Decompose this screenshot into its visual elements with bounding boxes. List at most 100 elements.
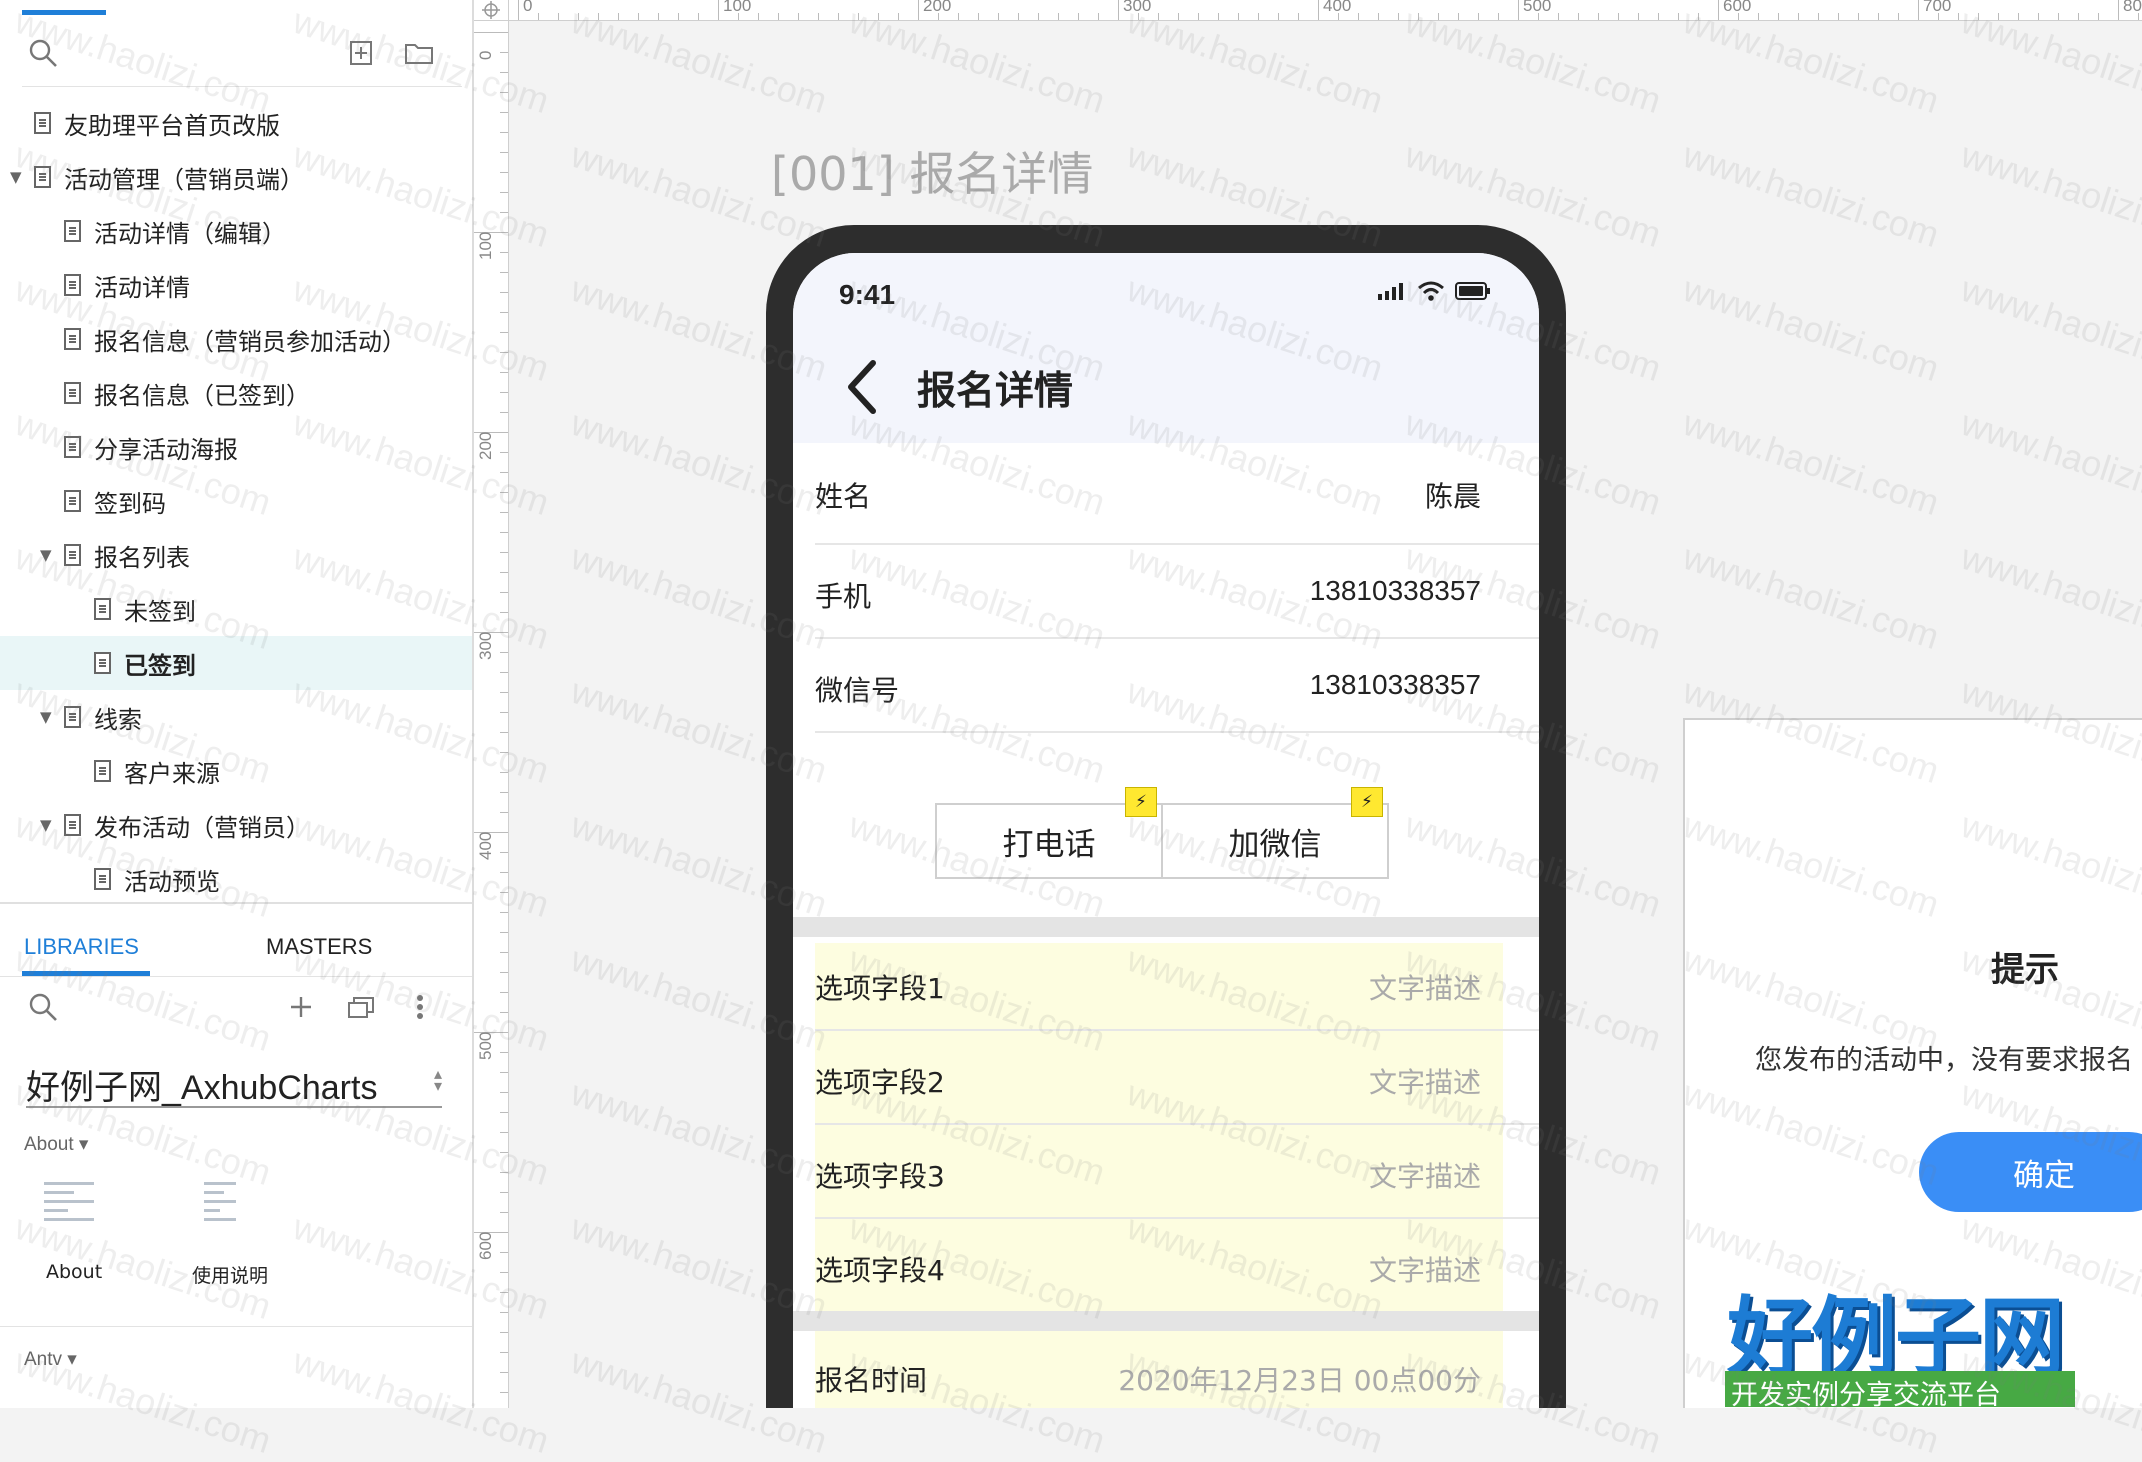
sitemap-item[interactable]: 报名信息（营销员参加活动） bbox=[0, 312, 472, 366]
ruler-tick bbox=[500, 1112, 508, 1113]
add-page-icon[interactable] bbox=[344, 36, 378, 70]
page-icon bbox=[64, 544, 81, 566]
ruler-label: 600 bbox=[476, 1231, 495, 1260]
call-button[interactable]: 打电话 ⚡ bbox=[935, 787, 1163, 879]
sitemap-item[interactable]: 已签到 bbox=[0, 636, 472, 690]
ruler-tick bbox=[878, 13, 879, 20]
add-folder-icon[interactable] bbox=[402, 36, 436, 70]
design-canvas[interactable]: [001] 报名详情 9:41 报名详情 姓名 陈晨 手机 1381033835… bbox=[509, 21, 2142, 1408]
ruler-tick bbox=[500, 1172, 508, 1173]
ruler-tick bbox=[500, 352, 508, 353]
ruler-tick bbox=[1398, 13, 1399, 20]
ruler-tick bbox=[500, 52, 508, 53]
sitemap-item[interactable]: 客户来源 bbox=[0, 744, 472, 798]
tab-masters[interactable]: MASTERS bbox=[266, 934, 372, 960]
horizontal-ruler: 0 100 200 300 400 500 600 700 80 bbox=[474, 0, 2142, 21]
ruler-tick bbox=[798, 13, 799, 20]
search-icon[interactable] bbox=[26, 990, 60, 1024]
ruler-tick bbox=[500, 792, 508, 793]
ruler-tick bbox=[778, 13, 779, 20]
vertical-ruler: 0 100 200 300 400 500 600 bbox=[474, 20, 509, 1408]
ruler-tick bbox=[474, 32, 508, 33]
ruler-tick bbox=[500, 592, 508, 593]
ruler-tick bbox=[1838, 13, 1839, 20]
ruler-tick bbox=[500, 412, 508, 413]
ruler-label: 400 bbox=[476, 831, 495, 860]
page-icon bbox=[64, 490, 81, 512]
ruler-tick bbox=[500, 192, 508, 193]
more-options-icon[interactable] bbox=[403, 990, 437, 1024]
option-row: 选项字段1 文字描述 bbox=[815, 937, 1539, 1031]
group-about-header[interactable]: About ▾ bbox=[24, 1133, 88, 1156]
ruler-corner bbox=[474, 0, 509, 21]
sitemap-item[interactable]: 活动预览 bbox=[0, 852, 472, 906]
sitemap-item[interactable]: 未签到 bbox=[0, 582, 472, 636]
ruler-tick bbox=[1078, 13, 1079, 20]
group-antv-header[interactable]: Antv ▾ bbox=[24, 1348, 77, 1371]
ruler-label: 600 bbox=[1723, 0, 1752, 15]
sitemap-item[interactable]: 签到码 bbox=[0, 474, 472, 528]
ruler-tick bbox=[500, 212, 508, 213]
sitemap-item-label: 活动管理（营销员端） bbox=[64, 165, 304, 194]
page-icon bbox=[64, 436, 81, 458]
field-row-phone: 手机 13810338357 bbox=[815, 545, 1539, 639]
tab-libraries[interactable]: LIBRARIES bbox=[24, 934, 139, 960]
expand-arrow-icon[interactable]: ▼ bbox=[40, 546, 54, 564]
widget-label: About bbox=[46, 1261, 103, 1283]
sitemap-item-label: 分享活动海报 bbox=[94, 435, 238, 464]
field-row-name: 姓名 陈晨 bbox=[815, 443, 1539, 545]
add-wechat-button[interactable]: 加微信 ⚡ bbox=[1163, 787, 1389, 879]
ruler-tick bbox=[500, 892, 508, 893]
sitemap-item[interactable]: 活动详情（编辑） bbox=[0, 204, 472, 258]
sitemap-item[interactable]: ▼ 报名列表 bbox=[0, 528, 472, 582]
page-icon bbox=[64, 220, 81, 242]
lightning-icon: ⚡ bbox=[1351, 787, 1383, 817]
sitemap-item-label: 发布活动（营销员） bbox=[94, 813, 310, 842]
ruler-tick bbox=[638, 13, 639, 20]
sitemap-item[interactable]: 分享活动海报 bbox=[0, 420, 472, 474]
expand-arrow-icon[interactable]: ▼ bbox=[40, 816, 54, 834]
ruler-tick bbox=[500, 992, 508, 993]
sitemap-item[interactable]: ▼ 线索 bbox=[0, 690, 472, 744]
ruler-tick bbox=[1098, 13, 1099, 20]
page-icon bbox=[64, 706, 81, 728]
ruler-tick bbox=[1638, 13, 1639, 20]
search-icon[interactable] bbox=[26, 36, 60, 70]
expand-arrow-icon[interactable]: ▼ bbox=[40, 708, 54, 726]
option-value: 文字描述 bbox=[1368, 1254, 1481, 1287]
wifi-icon bbox=[1418, 281, 1444, 301]
sitemap-item[interactable]: 报名信息（已签到） bbox=[0, 366, 472, 420]
sitemap-item[interactable]: 活动详情 bbox=[0, 258, 472, 312]
ruler-label: 80 bbox=[2123, 0, 2142, 15]
confirm-button[interactable]: 确定 bbox=[1919, 1132, 2142, 1212]
ruler-tick bbox=[500, 552, 508, 553]
add-library-icon[interactable] bbox=[284, 990, 318, 1024]
library-select[interactable]: 好例子网_AxhubCharts ▴ ▾ bbox=[26, 1060, 442, 1108]
sitemap-item-label: 未签到 bbox=[124, 597, 196, 626]
widget-thumbnail-about[interactable] bbox=[40, 1176, 98, 1246]
action-button-group: 打电话 ⚡ 加微信 ⚡ bbox=[935, 787, 1389, 879]
field-label: 手机 bbox=[815, 580, 872, 613]
ruler-tick bbox=[818, 13, 819, 20]
section-divider bbox=[793, 917, 1539, 937]
expand-arrow-icon[interactable]: ▼ bbox=[10, 168, 24, 186]
ruler-tick bbox=[858, 13, 859, 20]
ruler-tick bbox=[2038, 13, 2039, 20]
duplicate-icon[interactable] bbox=[344, 990, 378, 1024]
sitemap-item[interactable]: ▼ 活动管理（营销员端） bbox=[0, 150, 472, 204]
ruler-tick bbox=[678, 13, 679, 20]
ruler-tick bbox=[1798, 13, 1799, 20]
ruler-tick bbox=[1258, 13, 1259, 20]
widget-thumbnail-usage[interactable] bbox=[200, 1176, 240, 1246]
sitemap-item-label: 报名信息（已签到） bbox=[94, 381, 310, 410]
sitemap-item[interactable]: 友助理平台首页改版 bbox=[0, 96, 472, 150]
sitemap-item-label: 活动详情（编辑） bbox=[94, 219, 286, 248]
ruler-tick bbox=[978, 13, 979, 20]
sitemap-item[interactable]: ▼ 发布活动（营销员） bbox=[0, 798, 472, 852]
ruler-tick bbox=[500, 1052, 508, 1053]
back-chevron-icon[interactable] bbox=[845, 359, 877, 415]
ruler-tick bbox=[1478, 13, 1479, 20]
ruler-tick bbox=[500, 852, 508, 853]
ruler-tick bbox=[1518, 0, 1519, 20]
ruler-tick bbox=[500, 1132, 508, 1133]
